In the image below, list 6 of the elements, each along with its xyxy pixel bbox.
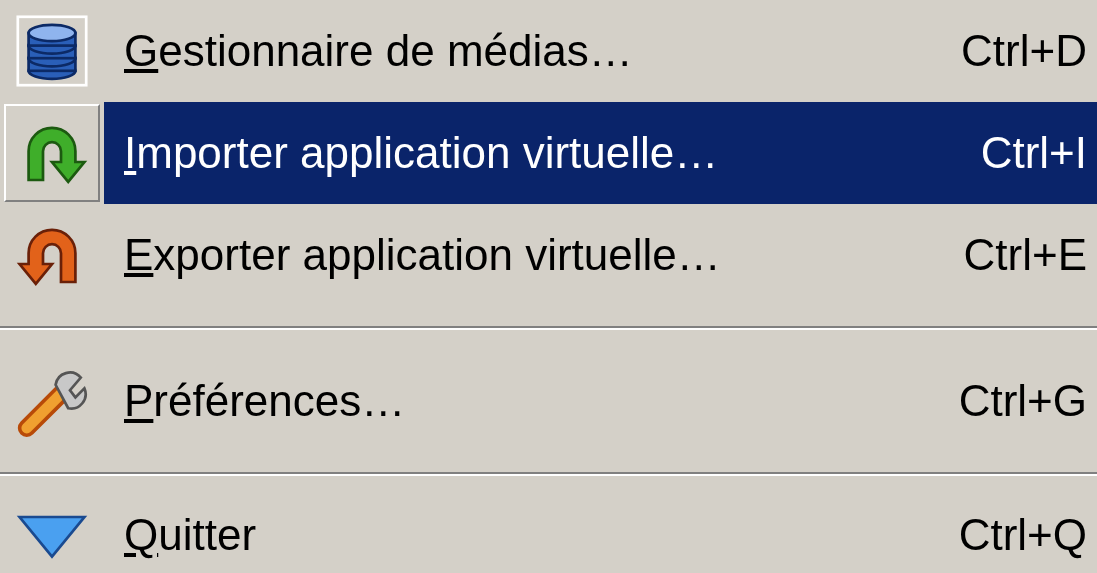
- menu-item[interactable]: Exporter application virtuelle… Ctrl+E: [104, 204, 1097, 306]
- menu-item[interactable]: Gestionnaire de médias… Ctrl+D: [104, 0, 1097, 102]
- menu-item[interactable]: Quitter Ctrl+Q: [104, 496, 1097, 573]
- menu-item[interactable]: Préférences… Ctrl+G: [104, 350, 1097, 452]
- menu-item[interactable]: Importer application virtuelle… Ctrl+I: [104, 102, 1097, 204]
- database-icon: [16, 15, 88, 87]
